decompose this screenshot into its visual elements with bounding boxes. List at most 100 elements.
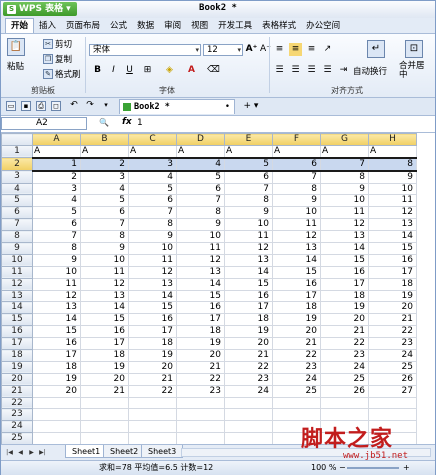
cell[interactable] (128, 408, 177, 422)
close-icon[interactable]: • (225, 100, 230, 114)
cell[interactable]: 10 (320, 194, 369, 208)
column-header[interactable]: B (80, 133, 129, 146)
merge-center-icon[interactable]: ⊡ (405, 40, 423, 58)
tab-2[interactable]: 页面布局 (61, 19, 105, 33)
open-folder-icon[interactable]: ▭ (6, 101, 16, 111)
column-header[interactable]: C (128, 133, 177, 146)
cell[interactable]: 7 (224, 182, 273, 196)
row-header[interactable]: 4 (1, 182, 33, 196)
cell[interactable]: 22 (320, 337, 369, 351)
cell[interactable] (224, 432, 273, 444)
column-header[interactable]: E (224, 133, 273, 146)
format-painter-button[interactable]: ✎ 格式刷 (43, 68, 81, 80)
cell[interactable]: 11 (224, 230, 273, 244)
row-header[interactable]: 10 (1, 253, 33, 267)
cell[interactable]: 21 (320, 325, 369, 339)
cell[interactable]: 17 (272, 289, 321, 303)
cell[interactable] (272, 408, 321, 422)
cell[interactable]: 10 (272, 206, 321, 220)
align-middle-icon[interactable]: ≡ (289, 43, 302, 56)
cell[interactable]: 12 (32, 289, 81, 303)
cell[interactable]: 17 (368, 265, 417, 279)
last-sheet-icon[interactable]: ▶| (38, 448, 47, 457)
cell[interactable]: 8 (272, 182, 321, 196)
merge-center-button[interactable]: 合并居中 (399, 62, 431, 80)
row-header[interactable]: 22 (1, 396, 33, 410)
cell[interactable]: 11 (32, 277, 81, 291)
cell[interactable] (32, 432, 81, 444)
cell[interactable]: 26 (368, 372, 417, 386)
cell[interactable]: 18 (128, 337, 177, 351)
cell[interactable] (128, 396, 177, 410)
row-header[interactable]: 1 (1, 144, 33, 159)
cell[interactable]: 22 (176, 372, 225, 386)
cell[interactable]: 6 (80, 206, 129, 220)
column-header[interactable]: F (272, 133, 321, 146)
row-header[interactable]: 15 (1, 313, 33, 327)
cell[interactable]: 17 (80, 337, 129, 351)
cell[interactable]: 12 (176, 253, 225, 267)
cell[interactable] (32, 396, 81, 410)
paste-button[interactable]: 粘贴 (7, 60, 24, 72)
search-icon[interactable]: 🔍 (99, 118, 109, 127)
cell[interactable]: 25 (320, 372, 369, 386)
align-bottom-icon[interactable]: ≡ (305, 43, 318, 56)
cell[interactable]: 1 (32, 156, 81, 172)
cell[interactable]: 17 (320, 277, 369, 291)
cell[interactable]: 5 (176, 170, 225, 184)
cell[interactable]: 23 (224, 372, 273, 386)
cell[interactable]: 6 (272, 156, 321, 172)
cell[interactable]: 7 (80, 218, 129, 232)
cell[interactable]: 22 (368, 325, 417, 339)
row-header[interactable]: 13 (1, 289, 33, 303)
cell[interactable]: 21 (368, 313, 417, 327)
cell[interactable]: 13 (32, 301, 81, 315)
row-header[interactable]: 7 (1, 218, 33, 232)
row-header[interactable]: 17 (1, 337, 33, 351)
cell-grid[interactable]: ABCDEFGH 1AAAAAAAA2123456783234567894345… (1, 133, 435, 444)
cell[interactable]: 9 (80, 242, 129, 255)
cell[interactable]: 2 (32, 170, 81, 184)
row-header[interactable]: 20 (1, 372, 33, 386)
cell[interactable]: 16 (224, 289, 273, 303)
cell[interactable] (368, 408, 417, 422)
cell[interactable]: 11 (320, 206, 369, 220)
cell[interactable] (32, 420, 81, 434)
cell[interactable]: 8 (320, 170, 369, 184)
tab-9[interactable]: 办公空间 (301, 19, 345, 33)
cell[interactable]: 20 (368, 301, 417, 315)
wrap-text-button[interactable]: 自动换行 (353, 65, 387, 77)
cell[interactable]: 13 (176, 265, 225, 279)
cell[interactable]: 23 (368, 337, 417, 351)
new-tab-button[interactable]: + ▾ (238, 99, 264, 114)
row-header[interactable]: 24 (1, 420, 33, 434)
cell[interactable]: 20 (272, 325, 321, 339)
cell[interactable]: 23 (176, 384, 225, 398)
cell[interactable]: A (320, 144, 369, 159)
cell[interactable]: 17 (128, 325, 177, 339)
sheet-tab-2[interactable]: Sheet2 (103, 445, 146, 458)
orientation-icon[interactable]: ↗ (321, 43, 334, 56)
cell[interactable]: 18 (32, 360, 81, 374)
cell[interactable]: 6 (128, 194, 177, 208)
shrink-font-button[interactable]: A⁻ (259, 43, 272, 56)
cell[interactable]: 18 (224, 313, 273, 327)
cell[interactable]: 5 (128, 182, 177, 196)
column-header[interactable]: G (320, 133, 369, 146)
font-size-select[interactable]: 12 ▾ (203, 44, 243, 56)
cell[interactable]: 13 (368, 218, 417, 232)
cell[interactable]: 15 (320, 253, 369, 267)
cell[interactable]: 3 (32, 182, 81, 196)
row-header[interactable]: 8 (1, 230, 33, 244)
cell[interactable] (80, 432, 129, 444)
cell[interactable]: 15 (80, 313, 129, 327)
cell[interactable]: 5 (80, 194, 129, 208)
cell[interactable]: 10 (80, 253, 129, 267)
row-header[interactable]: 9 (1, 242, 33, 255)
indent-icon[interactable]: ⇥ (337, 64, 350, 77)
cell[interactable]: 23 (320, 349, 369, 362)
cell[interactable]: 20 (224, 337, 273, 351)
cell[interactable]: 14 (80, 301, 129, 315)
cell[interactable] (176, 396, 225, 410)
cell[interactable] (80, 396, 129, 410)
